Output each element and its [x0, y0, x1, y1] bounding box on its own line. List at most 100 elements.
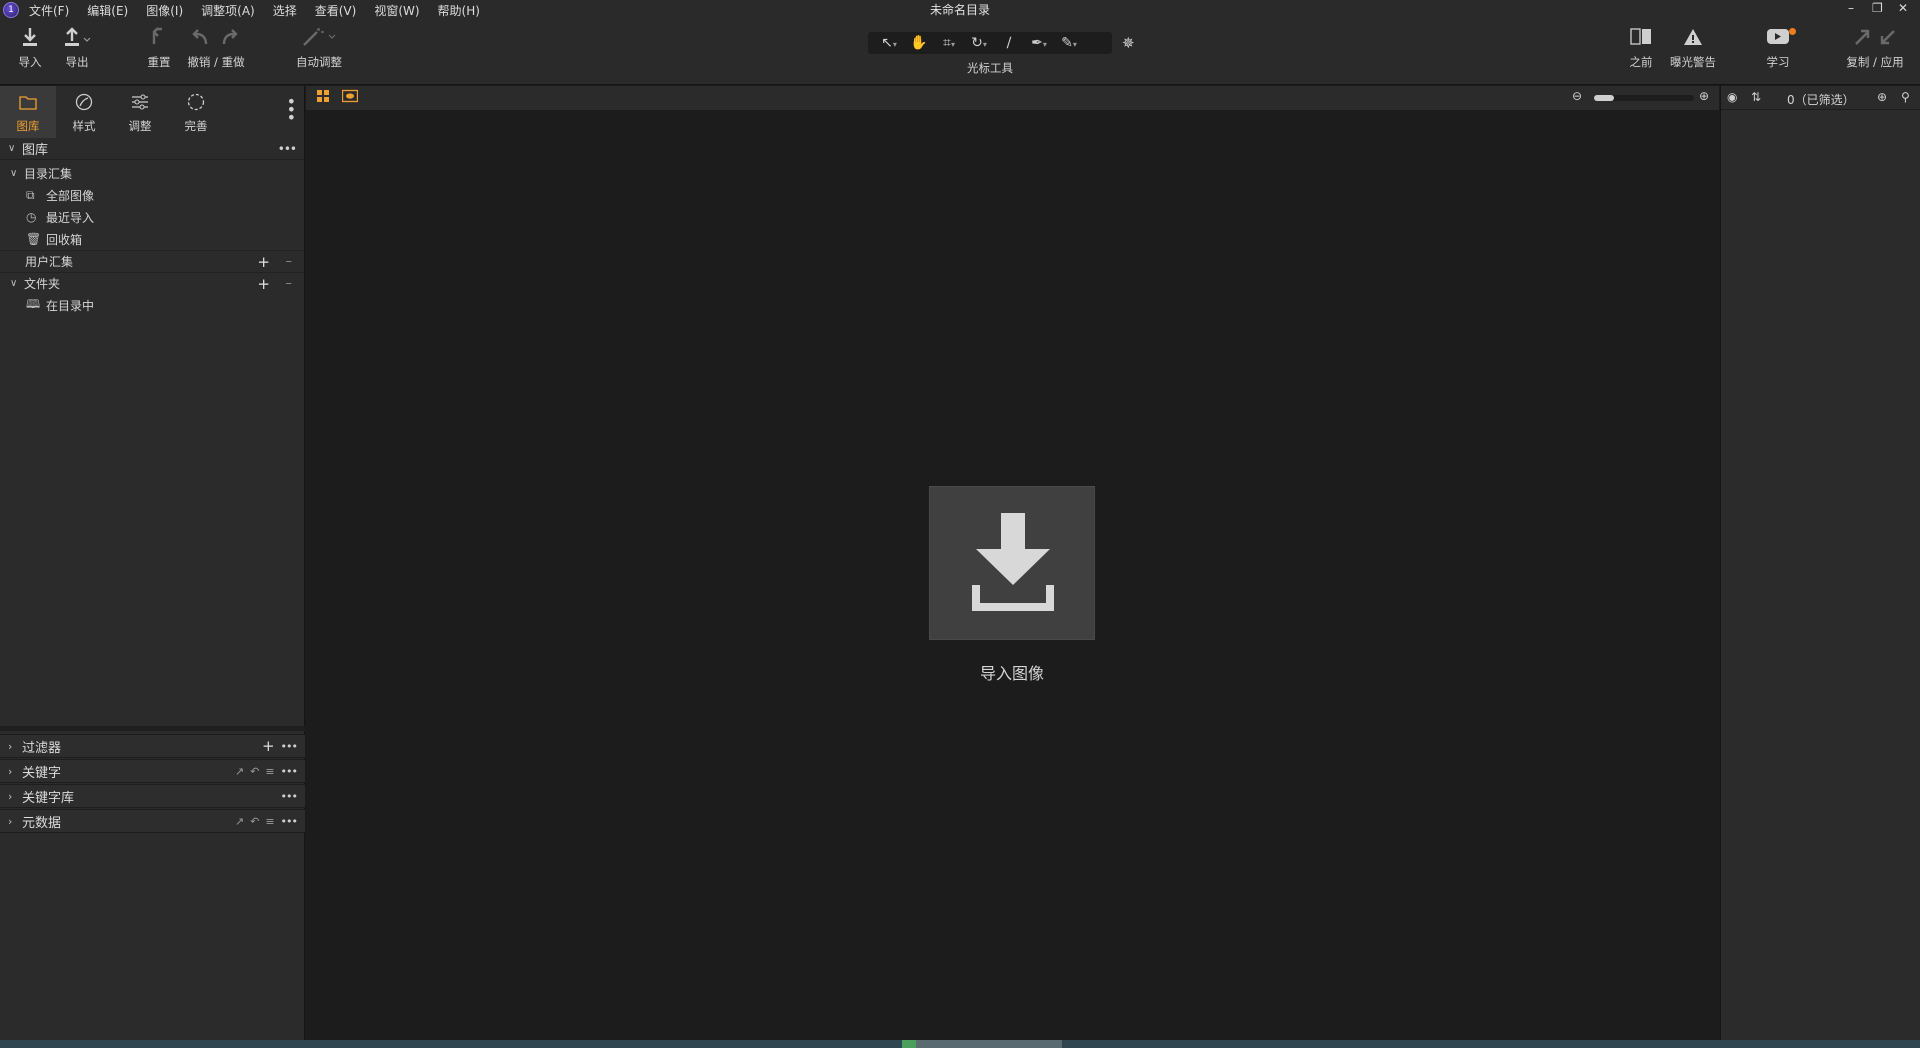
user-collections-group[interactable]: 用户汇集 + – [0, 250, 304, 272]
close-button[interactable]: ✕ [1898, 1, 1908, 15]
zoom-icon[interactable]: ⊕ [1877, 90, 1887, 104]
keywords-label: 关键字 [22, 765, 62, 781]
remove-collection-button[interactable]: – [286, 254, 293, 269]
keyword-library-section[interactable]: › 关键字库 ••• [0, 784, 305, 808]
tab-refine-label: 完善 [184, 119, 208, 133]
export-label: 导出 [65, 55, 89, 69]
more-icon[interactable]: ••• [281, 790, 298, 803]
tab-refine[interactable]: 完善 [168, 86, 224, 138]
list-icon[interactable]: ≡ [265, 815, 274, 828]
grid-view-icon[interactable] [316, 89, 330, 107]
menu-window[interactable]: 视窗(W) [374, 2, 419, 19]
auto-adjust-button[interactable]: 自动调整 [292, 26, 346, 70]
chevron-down-icon: ∨ [10, 167, 18, 179]
crop-tool-icon[interactable]: ⌗▾ [934, 35, 964, 51]
tab-library-label: 图库 [16, 119, 40, 133]
zoom-in-icon[interactable]: ⊕ [1699, 89, 1709, 103]
copy-apply-button[interactable]: 复制 / 应用 [1838, 26, 1912, 70]
refine-icon [186, 92, 206, 116]
search-icon[interactable]: ⚲ [1901, 90, 1910, 104]
filters-section[interactable]: › 过滤器 + ••• [0, 734, 305, 758]
trash-icon: 🗑︎ [26, 232, 42, 246]
list-item-all-images[interactable]: ⧉ 全部图像 [0, 184, 304, 206]
tool-tabs: 图库 样式 调整 完善 • • • [0, 86, 304, 138]
folders-group[interactable]: ∨ 文件夹 + – [0, 272, 304, 294]
reset-icon[interactable]: ↶ [250, 765, 259, 778]
panel-splitter[interactable] [0, 726, 305, 731]
zoom-slider[interactable] [1594, 95, 1694, 101]
tab-styles-label: 样式 [72, 119, 96, 133]
reset-icon[interactable]: ↶ [250, 815, 259, 828]
metadata-section[interactable]: › 元数据 ↗ ↶ ≡ ••• [0, 809, 305, 833]
sort-icon[interactable]: ⇅ [1751, 90, 1761, 104]
book-icon: 🕮︎ [26, 296, 41, 311]
import-button[interactable]: 导入 [7, 26, 53, 70]
import-images-label: 导入图像 [979, 664, 1044, 683]
learn-label: 学习 [1766, 55, 1790, 69]
keystone-tool-icon[interactable]: ∕ [994, 35, 1024, 51]
minimize-button[interactable]: – [1848, 1, 1854, 15]
more-icon[interactable]: ••• [278, 142, 297, 156]
images-stack-icon: ⧉ [26, 187, 35, 202]
tab-adjust[interactable]: 调整 [112, 86, 168, 138]
export-button[interactable]: 导出 [54, 26, 100, 70]
copy-icon[interactable]: ↗ [235, 815, 244, 828]
list-icon[interactable]: ≡ [265, 765, 274, 778]
list-item-trash[interactable]: 🗑︎ 回收箱 [0, 228, 304, 250]
list-item-in-catalog[interactable]: 🕮︎ 在目录中 [0, 294, 304, 316]
zoom-out-icon[interactable]: ⊖ [1572, 89, 1582, 103]
viewer-eye-icon[interactable] [341, 89, 359, 107]
import-images-button[interactable] [929, 486, 1095, 640]
menu-view[interactable]: 查看(V) [315, 2, 357, 19]
copy-icon[interactable]: ↗ [235, 765, 244, 778]
more-icon[interactable]: ••• [281, 815, 298, 828]
keywords-section[interactable]: › 关键字 ↗ ↶ ≡ ••• [0, 759, 305, 783]
more-icon[interactable]: ••• [281, 765, 298, 778]
reset-icon [148, 26, 170, 52]
menu-edit[interactable]: 编辑(E) [87, 2, 128, 19]
more-options-icon[interactable]: • • • [287, 94, 296, 126]
menu-select[interactable]: 选择 [273, 2, 297, 19]
menu-adjustments[interactable]: 调整项(A) [201, 2, 255, 19]
picker-tool-icon[interactable]: ✒▾ [1024, 35, 1054, 51]
status-bar [0, 1040, 1920, 1048]
list-item-recent-imports[interactable]: ◷ 最近导入 [0, 206, 304, 228]
all-images-label: 全部图像 [46, 188, 95, 203]
quick-mask-icon[interactable]: ✵ [1122, 34, 1135, 52]
catalog-collections-group[interactable]: ∨ 目录汇集 [0, 162, 304, 184]
select-tool-icon[interactable]: ↖▾ [874, 35, 904, 51]
cursor-tools-group: ↖▾ ✋ ⌗▾ ↻▾ ∕ ✒▾ ✎▾ [868, 32, 1112, 54]
remove-folder-button[interactable]: – [286, 276, 293, 291]
exposure-warning-button[interactable]: 曝光警告 [1666, 26, 1720, 70]
copy-apply-icon [1850, 26, 1900, 52]
chevron-right-icon: › [8, 814, 13, 828]
warning-icon [1682, 26, 1704, 52]
undo-redo-button[interactable]: 撤销 / 重做 [180, 26, 252, 70]
app-logo-icon: 1 [3, 2, 19, 18]
menu-file[interactable]: 文件(F) [29, 2, 69, 19]
rotate-tool-icon[interactable]: ↻▾ [964, 35, 994, 51]
browser-panel: ◉ ⇅ 0（已筛选） ⊕ ⚲ [1720, 86, 1920, 1040]
styles-icon [74, 92, 94, 116]
clock-icon: ◷ [26, 210, 37, 224]
before-button[interactable]: 之前 [1618, 26, 1664, 70]
restore-button[interactable]: ❐ [1872, 1, 1883, 15]
folders-label: 文件夹 [24, 277, 61, 291]
more-icon[interactable]: ••• [281, 740, 298, 753]
folder-icon [18, 92, 38, 116]
reset-button[interactable]: 重置 [136, 26, 182, 70]
library-section-header[interactable]: ∨ 图库 ••• [0, 138, 304, 160]
add-folder-button[interactable]: + [257, 275, 270, 293]
menu-image[interactable]: 图像(I) [146, 2, 183, 19]
import-label: 导入 [18, 55, 42, 69]
tab-styles[interactable]: 样式 [56, 86, 112, 138]
brush-tool-icon[interactable]: ✎▾ [1054, 35, 1084, 51]
metadata-label: 元数据 [22, 815, 62, 831]
tab-library[interactable]: 图库 [0, 86, 56, 138]
add-collection-button[interactable]: + [257, 253, 270, 271]
menu-help[interactable]: 帮助(H) [438, 2, 480, 19]
add-filter-button[interactable]: + [262, 737, 275, 755]
eye-icon[interactable]: ◉ [1727, 90, 1737, 104]
filters-label: 过滤器 [22, 740, 62, 756]
hand-tool-icon[interactable]: ✋ [904, 35, 934, 51]
